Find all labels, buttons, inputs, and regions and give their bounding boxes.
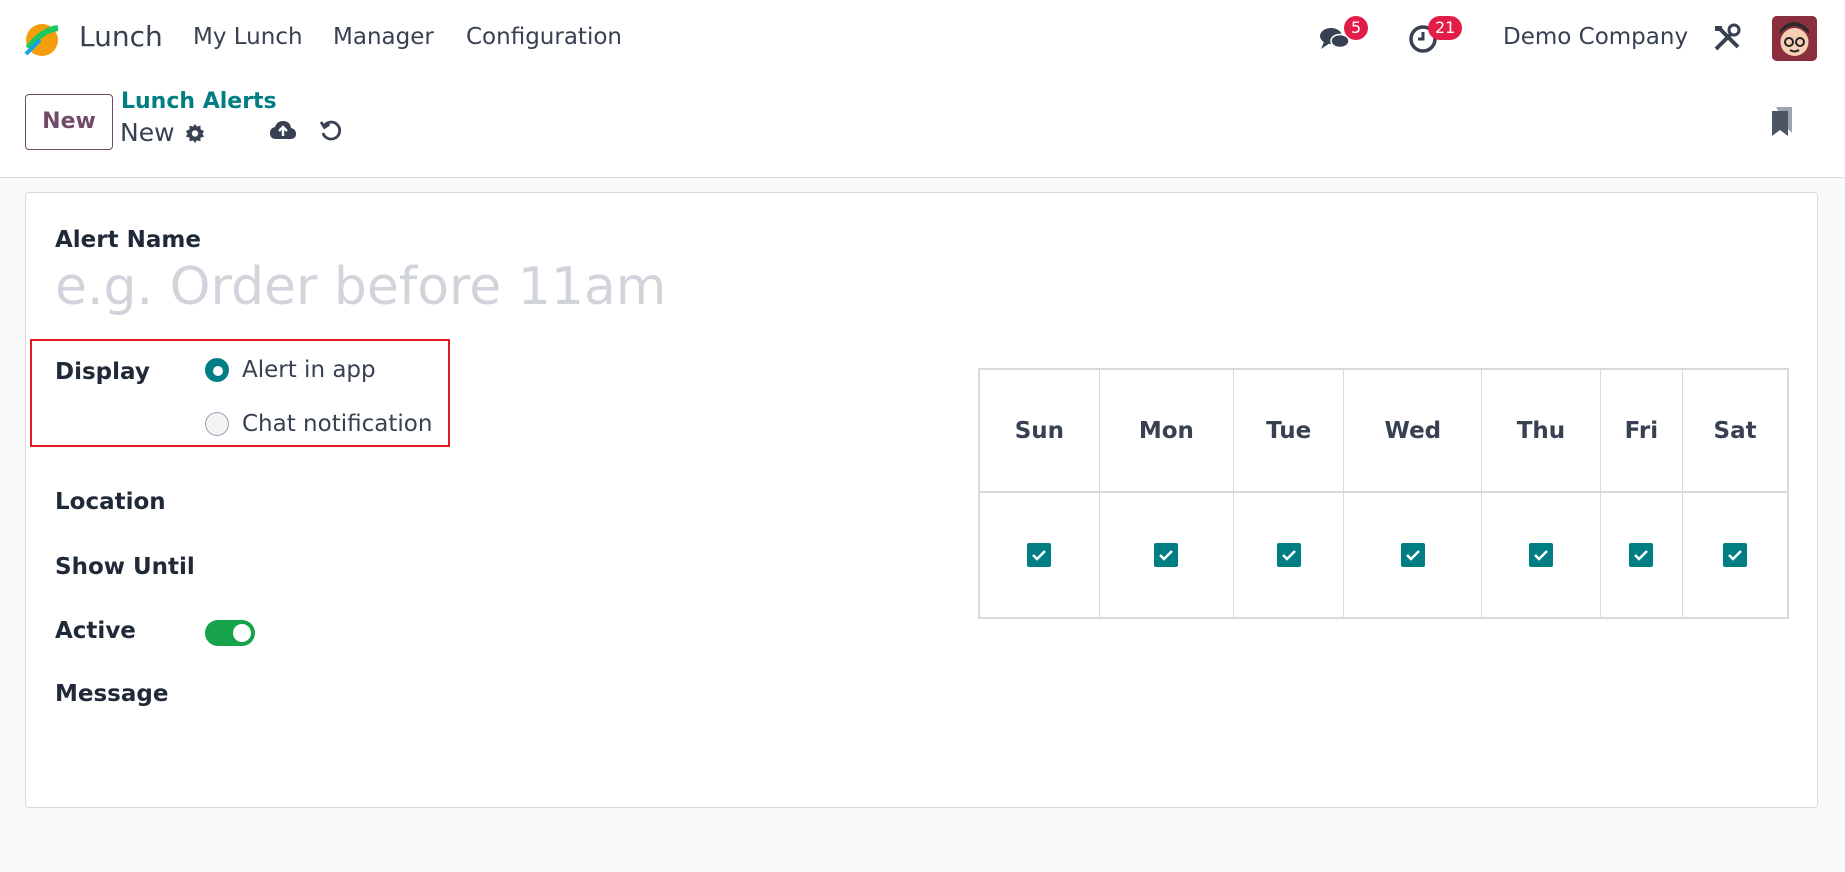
checkbox-wed[interactable] xyxy=(1400,543,1425,567)
display-option-chat-notification[interactable]: Chat notification xyxy=(205,411,432,437)
active-label: Active xyxy=(55,618,136,644)
show-until-label: Show Until xyxy=(55,554,195,580)
radio-label: Chat notification xyxy=(242,411,433,437)
menu-configuration[interactable]: Configuration xyxy=(466,24,622,50)
active-toggle[interactable] xyxy=(205,620,255,646)
save-cloud-icon[interactable] xyxy=(269,119,297,143)
menu-manager[interactable]: Manager xyxy=(333,24,434,50)
checkbox-mon[interactable] xyxy=(1154,543,1179,567)
new-button[interactable]: New xyxy=(25,94,113,150)
checkbox-thu[interactable] xyxy=(1528,543,1553,567)
day-header-sun: Sun xyxy=(980,370,1100,493)
checkbox-fri[interactable] xyxy=(1629,543,1654,567)
weekdays-table: Sun Mon Tue Wed Thu Fri Sat xyxy=(978,368,1789,619)
display-label: Display xyxy=(55,359,150,385)
debug-tools-icon[interactable] xyxy=(1710,21,1744,55)
radio-button-unchecked[interactable] xyxy=(205,412,229,436)
lunch-app-icon[interactable] xyxy=(22,20,62,60)
checkbox-sat[interactable] xyxy=(1723,543,1748,567)
display-option-alert-in-app[interactable]: Alert in app xyxy=(205,357,376,383)
form-sheet: Alert Name Display Alert in app Chat not… xyxy=(25,192,1818,808)
message-label: Message xyxy=(55,681,169,707)
app-name[interactable]: Lunch xyxy=(79,20,163,53)
user-avatar[interactable] xyxy=(1772,16,1817,61)
messages-badge: 5 xyxy=(1344,16,1369,40)
day-header-sat: Sat xyxy=(1682,370,1787,493)
alert-name-input[interactable] xyxy=(55,255,955,319)
day-header-thu: Thu xyxy=(1481,370,1601,493)
radio-button-checked[interactable] xyxy=(205,358,229,382)
menu-my-lunch[interactable]: My Lunch xyxy=(193,24,303,50)
day-header-mon: Mon xyxy=(1099,370,1234,493)
day-header-tue: Tue xyxy=(1233,370,1345,493)
gear-icon[interactable] xyxy=(184,122,206,144)
activities-badge: 21 xyxy=(1428,16,1463,40)
control-panel: New Lunch Alerts New xyxy=(0,77,1845,178)
alert-name-label: Alert Name xyxy=(55,227,201,253)
company-switcher[interactable]: Demo Company xyxy=(1503,24,1688,50)
user-avatar-image xyxy=(1772,16,1817,61)
radio-label: Alert in app xyxy=(242,357,376,383)
record-title: New xyxy=(120,118,175,147)
discard-undo-icon[interactable] xyxy=(319,119,343,143)
location-label: Location xyxy=(55,489,166,515)
bookmark-icon[interactable] xyxy=(1770,105,1794,137)
day-header-wed: Wed xyxy=(1343,370,1483,493)
top-navbar: Lunch My Lunch Manager Configuration 5 2… xyxy=(0,0,1845,77)
checkbox-tue[interactable] xyxy=(1276,543,1301,567)
breadcrumb-lunch-alerts[interactable]: Lunch Alerts xyxy=(121,89,277,114)
day-header-fri: Fri xyxy=(1600,370,1684,493)
checkbox-sun[interactable] xyxy=(1027,543,1052,567)
